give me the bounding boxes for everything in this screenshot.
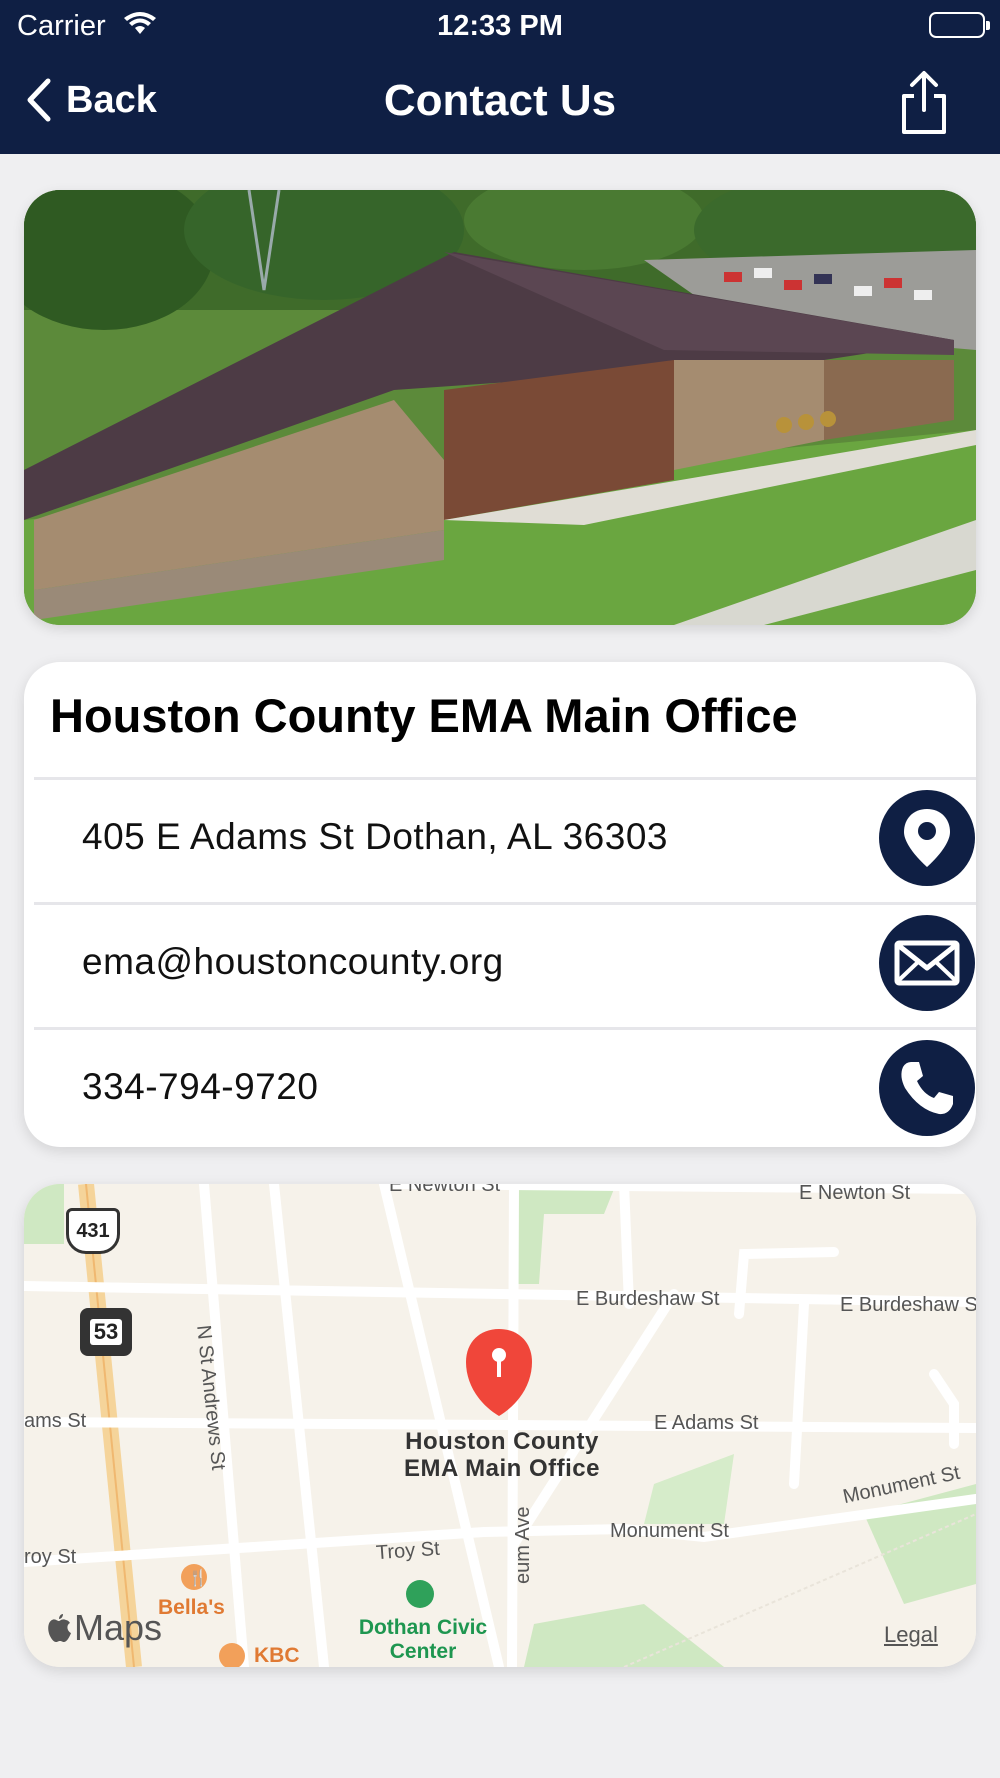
location-pin-icon[interactable] xyxy=(879,790,975,886)
building-photo xyxy=(24,190,976,625)
email-text: ema@houstoncounty.org xyxy=(82,941,504,982)
office-name: Houston County EMA Main Office xyxy=(50,689,798,742)
email-row[interactable]: ema@houstoncounty.org xyxy=(34,902,976,1024)
street-label: E Burdeshaw St xyxy=(576,1288,720,1310)
us-431-shield: 431 xyxy=(66,1208,120,1254)
street-label: E Newton St xyxy=(389,1184,501,1196)
restaurant-icon: 🍴 xyxy=(188,1570,208,1587)
top-bar: Carrier 12:33 PM Back Contact Us xyxy=(0,0,1000,154)
poi-bellas[interactable]: Bella's xyxy=(158,1596,225,1620)
share-button[interactable] xyxy=(896,70,952,141)
street-label: ams St xyxy=(24,1410,87,1432)
street-label: eum Ave xyxy=(512,1506,534,1584)
apple-logo-icon xyxy=(48,1614,71,1642)
phone-icon[interactable] xyxy=(879,1040,975,1136)
us-431-label: 431 xyxy=(76,1219,110,1242)
maps-brand-text: Maps xyxy=(74,1607,163,1648)
share-icon xyxy=(902,71,946,134)
street-label: Troy St xyxy=(375,1537,441,1565)
street-label: roy St xyxy=(24,1546,77,1568)
status-bar: Carrier 12:33 PM xyxy=(0,0,1000,50)
navigation-bar: Back Contact Us xyxy=(0,60,1000,144)
poi-dothan-civic-center[interactable]: Dothan Civic Center xyxy=(348,1616,498,1664)
street-label: E Burdeshaw S xyxy=(840,1294,976,1316)
street-label: E Adams St xyxy=(654,1412,759,1434)
poi-kbc[interactable]: KBC xyxy=(254,1644,300,1667)
location-map[interactable]: E Newton St E Newton St E Burdeshaw St E… xyxy=(24,1184,976,1667)
page-title: Contact Us xyxy=(383,76,617,125)
map-pin-label: Houston County EMA Main Office xyxy=(404,1428,600,1482)
address-text: 405 E Adams St Dothan, AL 36303 xyxy=(82,816,668,857)
address-row[interactable]: 405 E Adams St Dothan, AL 36303 xyxy=(34,777,976,899)
envelope-icon[interactable] xyxy=(879,915,975,1011)
state-53-label: 53 xyxy=(89,1319,123,1345)
phone-text: 334-794-9720 xyxy=(82,1066,319,1107)
contact-card: Houston County EMA Main Office 405 E Ada… xyxy=(24,662,976,1147)
map-pin-icon[interactable] xyxy=(466,1329,532,1417)
street-label: E Newton St xyxy=(799,1184,911,1204)
battery-icon xyxy=(929,12,990,38)
state-53-shield: 53 xyxy=(80,1308,132,1356)
street-label: Monument St xyxy=(610,1520,729,1542)
phone-row[interactable]: 334-794-9720 xyxy=(34,1027,976,1147)
maps-brand: Maps xyxy=(46,1607,162,1649)
status-time: 12:33 PM xyxy=(437,10,563,42)
legal-link[interactable]: Legal xyxy=(884,1622,938,1648)
